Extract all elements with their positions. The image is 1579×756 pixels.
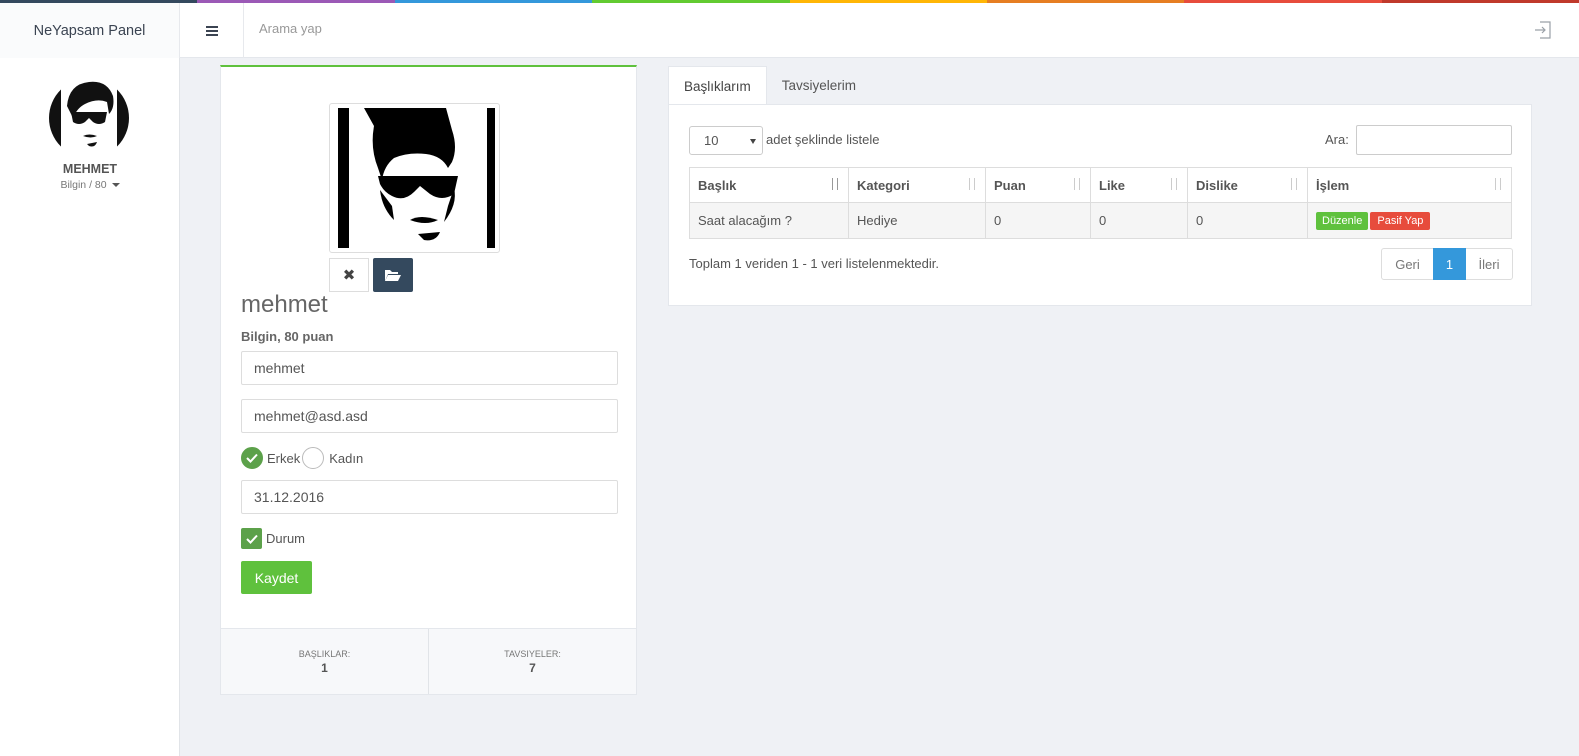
stat-value: 1 [321,660,328,675]
column-header-kategori[interactable]: Kategori [848,167,986,203]
stat-value: 7 [529,660,536,675]
logout-icon[interactable] [1533,20,1553,40]
column-header-islem[interactable]: İşlem [1307,167,1512,203]
edit-button[interactable]: Düzenle [1316,211,1369,230]
pagination-page-1[interactable]: 1 [1433,248,1466,280]
profile-name: mehmet [241,291,328,318]
sort-icon [1289,178,1299,191]
cell-puan: 0 [985,202,1091,239]
upload-photo-button[interactable] [373,258,413,292]
brand-title[interactable]: NeYapsam Panel [0,3,180,58]
cell-actions: Düzenle Pasif Yap [1307,202,1512,239]
page-length-select[interactable]: 10 [689,126,763,155]
column-header-dislike[interactable]: Dislike [1187,167,1308,203]
pagination-prev-button[interactable]: Geri [1381,248,1434,280]
table-row: Saat alacağım ? Hediye 0 0 0 Düzenle Pasi… [689,202,1512,239]
stat-label: TAVSIYELER: [504,648,561,659]
column-header-baslik[interactable]: Başlık [689,167,849,203]
folder-open-icon [385,270,401,281]
sort-icon [1072,178,1082,191]
sidebar-role: Bilgin / 80 [60,179,107,191]
sort-icon [967,178,977,191]
top-search-input[interactable] [259,21,759,36]
sidebar-username: MEHMET [62,162,118,176]
gender-radio-kadin[interactable] [302,447,325,469]
avatar [49,78,129,158]
sidebar-role-dropdown[interactable]: Bilgin / 80 [0,179,180,191]
hamburger-icon [205,25,218,36]
gender-label-kadin: Kadın [329,450,364,466]
column-header-puan[interactable]: Puan [985,167,1091,203]
stat-basliklar: BAŞLIKLAR: 1 [221,629,428,694]
status-checkbox[interactable] [241,528,262,549]
sort-icon [830,178,840,191]
caret-down-icon [111,183,120,188]
profile-level: Bilgin, 80 puan [241,329,334,344]
gender-label-erkek: Erkek [267,450,301,466]
save-button[interactable]: Kaydet [241,561,312,594]
chevron-down-icon [750,139,756,144]
stat-tavsiyeler: TAVSIYELER: 7 [428,629,636,694]
column-header-like[interactable]: Like [1090,167,1188,203]
status-label: Durum [266,531,306,546]
table-search-input[interactable] [1356,125,1512,155]
cell-like: 0 [1090,202,1188,239]
table-header-row: Başlık Kategori Puan Like Dislike İşlem [689,167,1512,203]
check-icon [245,534,258,544]
profile-photo-image [334,108,498,248]
sidebar: MEHMET Bilgin / 80 [0,58,180,756]
profile-card: ✖ mehmet Bilgin, 80 puan Erkek Kadın Dur… [220,65,637,695]
cell-kategori: Hediye [848,202,986,239]
menu-toggle-button[interactable] [180,3,244,58]
pagination: Geri 1 İleri [1381,248,1513,280]
tab-basliklarim[interactable]: Başlıklarım [668,66,767,105]
tab-tavsiyelerim[interactable]: Tavsiyelerim [767,66,871,105]
profile-photo [329,103,500,253]
avatar-image [49,78,129,158]
check-icon [246,453,258,463]
titles-table: Başlık Kategori Puan Like Dislike İşlem … [689,167,1512,239]
table-info: Toplam 1 veriden 1 - 1 veri listelenmekt… [689,256,940,271]
sort-icon [1493,178,1503,191]
birthdate-field[interactable] [241,480,618,514]
pagination-next-button[interactable]: İleri [1465,248,1513,280]
titles-panel: 10 adet şeklinde listele Ara: Başlık Kat… [668,104,1532,306]
remove-photo-button[interactable]: ✖ [329,258,369,292]
gender-radio-erkek[interactable] [241,447,263,469]
profile-stats: BAŞLIKLAR: 1 TAVSIYELER: 7 [221,628,636,694]
email-field[interactable] [241,399,618,433]
status-checkbox-row: Durum [241,528,307,549]
content-tabs: Başlıklarım Tavsiyelerim [668,66,871,105]
cell-dislike: 0 [1187,202,1308,239]
cell-baslik: Saat alacağım ? [689,202,849,239]
gender-radio-group: Erkek Kadın [241,447,365,469]
table-search-label: Ara: [1325,132,1349,147]
page-length-label: adet şeklinde listele [766,132,880,147]
stat-label: BAŞLIKLAR: [298,648,351,659]
deactivate-button[interactable]: Pasif Yap [1370,211,1431,230]
username-field[interactable] [241,351,618,385]
sort-icon [1169,178,1179,191]
page-length-value: 10 [704,133,719,148]
close-icon: ✖ [342,267,356,284]
topbar: NeYapsam Panel [0,3,1579,58]
